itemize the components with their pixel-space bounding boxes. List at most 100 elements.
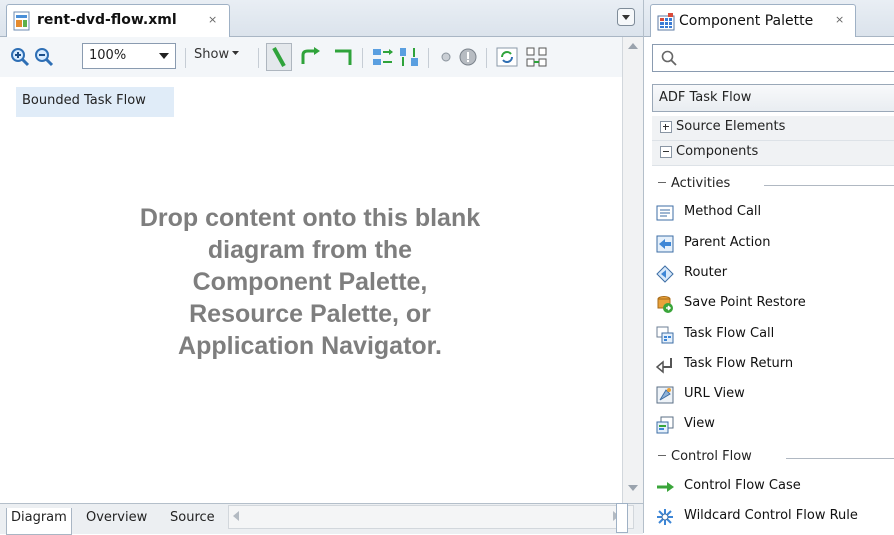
palette-item-view[interactable]: View bbox=[656, 410, 892, 438]
task-flow-call-icon bbox=[656, 326, 674, 344]
diagram-type-label: Bounded Task Flow bbox=[16, 87, 174, 117]
toolbar-divider bbox=[258, 48, 259, 68]
scroll-left-icon[interactable] bbox=[233, 511, 239, 521]
collapse-dash bbox=[658, 182, 666, 183]
start-point-icon[interactable] bbox=[440, 51, 452, 63]
group-title-text: Activities bbox=[671, 176, 731, 191]
message-line: Application Navigator. bbox=[178, 332, 442, 360]
palette-tab-title: Component Palette bbox=[679, 13, 814, 29]
arrange-icon[interactable] bbox=[526, 47, 548, 67]
message-line: Resource Palette, or bbox=[189, 300, 431, 328]
palette-tab-strip: Component Palette × bbox=[644, 0, 894, 37]
parent-action-icon bbox=[656, 235, 674, 253]
view-icon bbox=[656, 416, 674, 434]
palette-item-router[interactable]: Router bbox=[656, 259, 892, 287]
palette-item-label: Method Call bbox=[684, 204, 762, 219]
zoom-value: 100% bbox=[89, 48, 127, 63]
component-palette-icon bbox=[657, 13, 675, 31]
scroll-up-icon[interactable] bbox=[628, 43, 638, 50]
palette-item-parent-action[interactable]: Parent Action bbox=[656, 229, 892, 257]
refresh-diagram-icon[interactable] bbox=[496, 47, 518, 67]
palette-item-label: Save Point Restore bbox=[684, 295, 806, 310]
palette-item-label: URL View bbox=[684, 386, 745, 401]
editor-tab-title: rent-dvd-flow.xml bbox=[37, 12, 177, 28]
save-point-restore-icon bbox=[656, 295, 674, 313]
group-divider bbox=[786, 458, 894, 459]
palette-item-task-flow-call[interactable]: Task Flow Call bbox=[656, 320, 892, 348]
palette-page-value: ADF Task Flow bbox=[659, 90, 752, 105]
palette-item-label: Parent Action bbox=[684, 235, 771, 250]
diagram-editor: rent-dvd-flow.xml × 100% Show Bounded Ta… bbox=[0, 0, 644, 535]
diagram-type-text: Bounded Task Flow bbox=[22, 93, 146, 108]
router-icon bbox=[656, 265, 674, 283]
straight-line-icon[interactable] bbox=[266, 43, 292, 71]
palette-item-url-view[interactable]: URL View bbox=[656, 380, 892, 408]
palette-item-task-flow-return[interactable]: Task Flow Return bbox=[656, 350, 892, 378]
show-menu-button[interactable]: Show bbox=[194, 47, 240, 62]
group-title-text: Control Flow bbox=[671, 449, 752, 464]
method-call-icon bbox=[656, 204, 674, 222]
toolbar-divider bbox=[362, 48, 363, 68]
palette-page-select[interactable]: ADF Task Flow bbox=[652, 84, 894, 112]
url-view-icon bbox=[656, 386, 674, 404]
tab-list-dropdown-button[interactable] bbox=[617, 8, 635, 26]
search-input[interactable] bbox=[683, 48, 887, 70]
palette-search bbox=[652, 44, 894, 72]
exception-handler-icon[interactable] bbox=[458, 47, 478, 67]
zoom-out-icon[interactable] bbox=[34, 47, 54, 67]
palette-item-method-call[interactable]: Method Call bbox=[656, 198, 892, 226]
tab-diagram[interactable]: Diagram bbox=[6, 508, 72, 535]
palette-item-save-point-restore[interactable]: Save Point Restore bbox=[656, 289, 892, 317]
palette-item-control-flow-case[interactable]: Control Flow Case bbox=[656, 472, 892, 500]
control-flow-case-icon bbox=[656, 478, 674, 496]
palette-item-label: Wildcard Control Flow Rule bbox=[684, 508, 858, 523]
search-icon bbox=[661, 50, 677, 66]
palette-item-label: View bbox=[684, 416, 715, 431]
palette-item-label: Control Flow Case bbox=[684, 478, 801, 493]
message-line: Drop content onto this blank bbox=[139, 204, 481, 232]
collapse-dash bbox=[658, 455, 666, 456]
section-source-elements[interactable]: Source Elements bbox=[652, 116, 894, 141]
group-title-activities[interactable]: Activities bbox=[658, 176, 730, 191]
chevron-down-icon bbox=[232, 51, 240, 56]
toolbar-divider bbox=[428, 48, 429, 68]
wildcard-control-flow-rule-icon bbox=[656, 508, 674, 526]
palette-tab[interactable]: Component Palette × bbox=[650, 4, 856, 37]
chevron-down-icon bbox=[159, 53, 169, 60]
palette-item-label: Task Flow Return bbox=[684, 356, 794, 371]
component-palette: Component Palette × ADF Task Flow Source… bbox=[644, 0, 894, 533]
split-handle[interactable] bbox=[616, 503, 628, 533]
horizontal-scrollbar[interactable] bbox=[228, 505, 634, 529]
vertical-scrollbar[interactable] bbox=[622, 37, 643, 503]
show-label: Show bbox=[194, 47, 230, 62]
diagram-toolbar: 100% Show bbox=[0, 37, 622, 77]
orthogonal-line-icon[interactable] bbox=[332, 47, 356, 67]
section-label: Components bbox=[676, 144, 759, 159]
layout-vertical-icon[interactable] bbox=[398, 47, 420, 67]
close-icon[interactable]: × bbox=[208, 13, 217, 26]
xml-file-icon bbox=[13, 11, 31, 31]
zoom-select[interactable]: 100% bbox=[82, 43, 176, 69]
expand-icon[interactable] bbox=[660, 121, 672, 133]
collapse-icon[interactable] bbox=[660, 146, 672, 158]
message-line: diagram from the bbox=[207, 236, 413, 264]
tab-source[interactable]: Source bbox=[170, 510, 215, 532]
section-components[interactable]: Components bbox=[652, 141, 894, 166]
message-line: Component Palette, bbox=[192, 268, 428, 296]
tab-overview[interactable]: Overview bbox=[86, 510, 147, 532]
layout-horizontal-icon[interactable] bbox=[372, 47, 394, 67]
section-label: Source Elements bbox=[676, 119, 786, 134]
close-icon[interactable]: × bbox=[835, 13, 844, 26]
empty-diagram-message: Drop content onto this blank diagram fro… bbox=[60, 202, 560, 362]
toolbar-divider bbox=[486, 48, 487, 68]
curved-line-icon[interactable] bbox=[300, 47, 324, 67]
scroll-down-icon[interactable] bbox=[628, 485, 638, 492]
toolbar-divider bbox=[185, 48, 186, 68]
zoom-in-icon[interactable] bbox=[10, 47, 30, 67]
palette-item-label: Task Flow Call bbox=[684, 326, 775, 341]
group-title-control-flow[interactable]: Control Flow bbox=[658, 449, 752, 464]
group-divider bbox=[764, 185, 894, 186]
editor-tab-strip: rent-dvd-flow.xml × bbox=[0, 0, 643, 37]
editor-tab[interactable]: rent-dvd-flow.xml × bbox=[6, 4, 230, 37]
palette-item-wildcard-control-flow-rule[interactable]: Wildcard Control Flow Rule bbox=[656, 502, 892, 530]
